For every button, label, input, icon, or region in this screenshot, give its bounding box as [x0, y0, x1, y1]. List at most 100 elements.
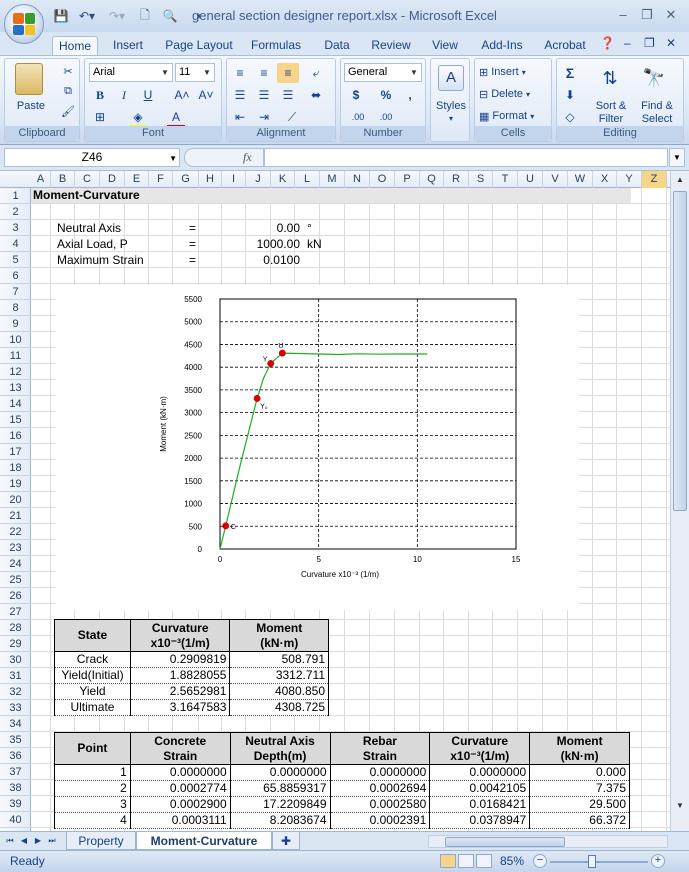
row-header[interactable]: 28 — [0, 620, 31, 636]
row-header[interactable]: 29 — [0, 636, 31, 652]
cut-icon[interactable]: ✂ — [59, 63, 77, 79]
zoom-slider-track[interactable] — [550, 861, 648, 863]
insert-sheet-icon[interactable]: ✚ — [272, 832, 300, 850]
column-header[interactable]: U — [518, 171, 543, 188]
sort-filter-label[interactable]: Sort & — [591, 99, 631, 112]
align-right-icon[interactable]: ☰ — [277, 85, 299, 105]
points-cell-moment[interactable]: 7.375 — [529, 780, 630, 797]
worksheet-grid[interactable]: ABCDEFGHIJKLMNOPQRSTUVWXYZ 1 2 3 4 5 6 7 8 9 10 11… — [0, 171, 670, 831]
align-middle-icon[interactable]: ≡ — [253, 63, 275, 83]
points-cell-conc[interactable]: 0.0002900 — [129, 796, 231, 813]
summary-cell-curv[interactable]: 0.2909819 — [129, 651, 231, 668]
row-header[interactable]: 15 — [0, 412, 31, 428]
column-header[interactable]: Z — [642, 171, 667, 188]
row-header[interactable]: 7 — [0, 284, 31, 300]
format-painter-icon[interactable]: 🖌 — [59, 103, 77, 119]
restore-icon[interactable]: ❐ — [636, 6, 658, 24]
param-label-neutral-axis[interactable]: Neutral Axis — [57, 221, 121, 235]
sort-filter-icon[interactable]: ⇅ — [597, 65, 623, 91]
points-cell-curv[interactable]: 0.0378947 — [429, 812, 531, 829]
filter-label[interactable]: Filter — [591, 112, 631, 125]
column-header[interactable]: J — [246, 171, 271, 188]
column-header[interactable]: E — [125, 171, 149, 188]
column-header[interactable]: Y — [617, 171, 642, 188]
fill-color-icon[interactable]: ◈ — [127, 107, 149, 127]
row-header[interactable]: 34 — [0, 716, 31, 732]
binoculars-icon[interactable]: 🔭 — [641, 65, 667, 91]
row-header[interactable]: 11 — [0, 348, 31, 364]
row-header[interactable]: 33 — [0, 700, 31, 716]
paste-icon[interactable] — [15, 63, 43, 95]
row-header[interactable]: 16 — [0, 428, 31, 444]
vertical-scroll-thumb[interactable] — [673, 191, 687, 511]
select-label[interactable]: Select — [635, 112, 679, 125]
row-header[interactable]: 23 — [0, 540, 31, 556]
row-header[interactable]: 37 — [0, 764, 31, 780]
param-value-neutral-axis[interactable]: 0.00 — [230, 221, 300, 235]
row-header[interactable]: 8 — [0, 300, 31, 316]
tab-view[interactable]: View — [426, 36, 464, 56]
row-header[interactable]: 5 — [0, 252, 31, 268]
points-cell-na[interactable]: 8.2083674 — [229, 812, 331, 829]
points-cell-curv[interactable]: 0.0168421 — [429, 796, 531, 813]
zoom-in-icon[interactable]: + — [651, 854, 665, 868]
moment-curvature-chart[interactable]: 0 500 1000 1500 2000 2500 3000 3500 4000 4500 5000… — [150, 292, 530, 597]
ribbon-restore-icon[interactable]: ❐ — [644, 36, 655, 50]
horizontal-scroll-thumb[interactable] — [445, 837, 565, 847]
increase-indent-icon[interactable]: ⇥ — [253, 107, 275, 127]
delete-cells-button[interactable]: ⊟ Delete ▾ — [479, 85, 530, 103]
param-value-max-strain[interactable]: 0.0100 — [230, 253, 300, 267]
styles-button[interactable]: Styles — [431, 99, 471, 113]
align-top-icon[interactable]: ≡ — [229, 63, 251, 83]
row-header[interactable]: 19 — [0, 476, 31, 492]
number-format-combo[interactable]: General ▼ — [344, 63, 422, 82]
row-header[interactable]: 31 — [0, 668, 31, 684]
column-header[interactable]: L — [295, 171, 320, 188]
prev-sheet-icon[interactable]: ◀ — [18, 834, 30, 848]
points-cell-na[interactable]: 65.8859317 — [229, 780, 331, 797]
summary-cell-curv[interactable]: 3.1647583 — [129, 699, 231, 716]
points-cell-rebar[interactable]: 0.0002391 — [329, 812, 431, 829]
row-header[interactable]: 30 — [0, 652, 31, 668]
column-header[interactable]: F — [149, 171, 173, 188]
orientation-icon[interactable]: ⟋ — [281, 107, 303, 127]
ribbon-close-icon[interactable]: ✕ — [666, 36, 676, 50]
row-header[interactable]: 27 — [0, 604, 31, 620]
points-cell-p[interactable]: 1 — [54, 764, 131, 781]
row-header[interactable]: 9 — [0, 316, 31, 332]
row-header[interactable]: 20 — [0, 492, 31, 508]
row-header[interactable]: 39 — [0, 796, 31, 812]
column-header[interactable]: M — [320, 171, 345, 188]
summary-cell-state[interactable]: Yield(Initial) — [54, 667, 131, 684]
summary-cell-curv[interactable]: 1.8828055 — [129, 667, 231, 684]
autosum-button[interactable]: Σ — [559, 63, 581, 83]
find-select-label[interactable]: Find & — [635, 99, 679, 112]
param-value-axial-load[interactable]: 1000.00 — [230, 237, 300, 251]
tab-add-ins[interactable]: Add-Ins — [476, 36, 528, 56]
horizontal-scrollbar[interactable] — [428, 835, 668, 848]
points-cell-curv[interactable]: 0.0042105 — [429, 780, 531, 797]
tab-insert[interactable]: Insert — [106, 36, 150, 56]
copy-icon[interactable]: ⧉ — [59, 83, 77, 99]
sheet-tab-moment-curvature[interactable]: Moment-Curvature — [136, 832, 272, 850]
points-cell-rebar[interactable]: 0.0000000 — [329, 764, 431, 781]
points-cell-na[interactable]: 0.0000000 — [229, 764, 331, 781]
tab-review[interactable]: Review — [368, 36, 414, 56]
summary-cell-state[interactable]: Ultimate — [54, 699, 131, 716]
row-header[interactable]: 21 — [0, 508, 31, 524]
points-cell-moment[interactable]: 66.372 — [529, 812, 630, 829]
fill-icon[interactable]: ⬇ — [559, 85, 581, 105]
tab-data[interactable]: Data — [318, 36, 356, 56]
comma-button[interactable]: , — [399, 85, 421, 105]
column-header[interactable]: K — [271, 171, 295, 188]
points-cell-curv[interactable]: 0.0000000 — [429, 764, 531, 781]
expand-formula-bar-icon[interactable]: ▼ — [669, 148, 685, 167]
percent-button[interactable]: % — [375, 85, 397, 105]
row-header[interactable]: 14 — [0, 396, 31, 412]
sheet-tab-property[interactable]: Property — [66, 832, 136, 850]
office-button[interactable] — [4, 4, 44, 44]
column-header[interactable]: A — [31, 171, 51, 188]
summary-cell-moment[interactable]: 3312.711 — [229, 667, 329, 684]
row-header[interactable]: 25 — [0, 572, 31, 588]
align-left-icon[interactable]: ☰ — [229, 85, 251, 105]
